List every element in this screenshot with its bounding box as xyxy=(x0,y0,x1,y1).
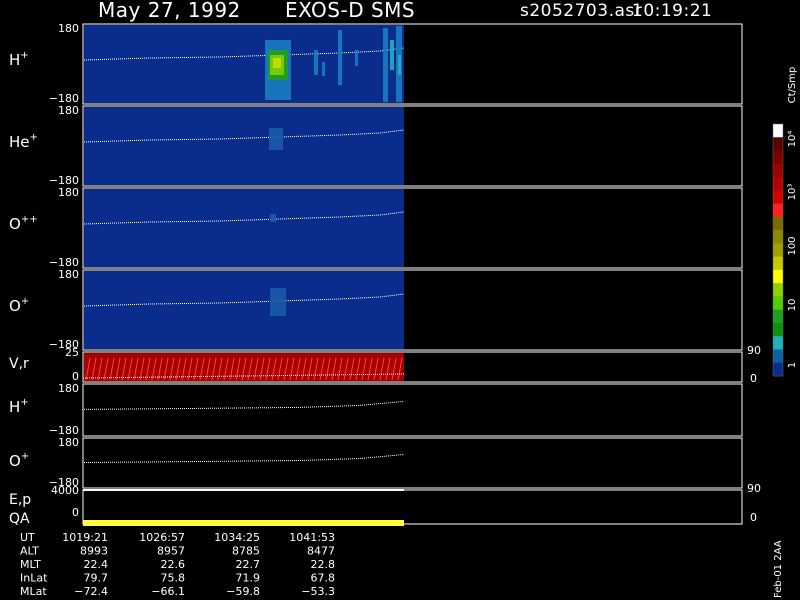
line-panel-frame xyxy=(82,437,743,489)
footer-value: 67.8 xyxy=(311,572,336,585)
panel-label: O+ xyxy=(9,296,29,315)
count-patch xyxy=(269,128,283,150)
vr-label: V,r xyxy=(9,356,29,372)
footer-value: 1034:25 xyxy=(214,531,260,544)
footer-stamp: Feb-01 2AA xyxy=(773,540,784,598)
colorbar-segment xyxy=(773,124,783,138)
vr-r-min: 0 xyxy=(750,372,757,385)
footer-value: 8477 xyxy=(307,545,335,558)
colorbar-segment xyxy=(773,150,783,165)
line-panel-frame xyxy=(82,383,743,437)
panel-background xyxy=(84,189,404,267)
y-tick-max: 180 xyxy=(58,186,79,199)
footer-value: −66.1 xyxy=(151,585,185,598)
count-patch xyxy=(314,50,318,75)
ep-panel-frame xyxy=(82,489,743,525)
ep-y-min: 0 xyxy=(72,506,79,519)
ep-r-min: 0 xyxy=(750,511,757,524)
colorbar-unit: Ct/Smp xyxy=(787,67,798,104)
header-date: May 27, 1992 xyxy=(98,0,241,22)
footer-value: 1041:53 xyxy=(289,531,335,544)
colorbar-segment xyxy=(773,322,783,337)
y-tick-max: 180 xyxy=(58,268,79,281)
count-patch xyxy=(322,62,325,76)
footer-value: 22.8 xyxy=(311,558,336,571)
footer-value: 8785 xyxy=(232,545,260,558)
panel-background xyxy=(84,107,404,185)
panel-label: O++ xyxy=(9,214,38,233)
colorbar-segment xyxy=(773,309,783,324)
footer-value: −72.4 xyxy=(74,585,108,598)
footer-value: 22.7 xyxy=(236,558,261,571)
y-tick-max: 180 xyxy=(58,382,79,395)
panel-background xyxy=(84,271,404,349)
footer-row-label: MLat xyxy=(20,585,47,598)
footer-value: 8993 xyxy=(80,545,108,558)
count-patch xyxy=(338,30,342,85)
colorbar-segment xyxy=(773,269,783,284)
panel-label: H+ xyxy=(9,50,29,69)
colorbar-tick-label: 10³ xyxy=(787,184,798,201)
footer-row-label: InLat xyxy=(20,572,48,585)
header-file: s2052703.asr xyxy=(520,1,643,21)
y-tick-max: 180 xyxy=(58,104,79,117)
colorbar-segment xyxy=(773,190,783,205)
colorbar-segment xyxy=(773,243,783,258)
line-panel-label: O+ xyxy=(9,451,29,470)
y-tick-max: 180 xyxy=(58,22,79,35)
colorbar-segment xyxy=(773,163,783,178)
footer-value: 75.8 xyxy=(161,572,186,585)
count-patch xyxy=(355,50,358,66)
count-patch xyxy=(390,40,394,70)
colorbar-segment xyxy=(773,362,783,377)
colorbar-segment xyxy=(773,216,783,231)
footer-value: 1019:21 xyxy=(62,531,108,544)
colorbar-segment xyxy=(773,137,783,152)
qa-bar xyxy=(83,520,404,526)
footer-row-label: UT xyxy=(20,531,35,544)
footer-value: 22.4 xyxy=(84,558,109,571)
footer-value: −53.3 xyxy=(301,585,335,598)
footer-row-label: MLT xyxy=(20,558,41,571)
footer-value: 8957 xyxy=(157,545,185,558)
panel-label: He+ xyxy=(9,132,38,151)
header-instrument: EXOS-D SMS xyxy=(285,0,416,22)
line-panel-label: H+ xyxy=(9,397,29,416)
footer-row-label: ALT xyxy=(20,545,39,558)
header-time: 10:19:21 xyxy=(632,1,713,21)
count-patch xyxy=(398,55,401,75)
colorbar-segment xyxy=(773,336,783,350)
vr-r-max: 90 xyxy=(747,344,761,357)
footer-value: 71.9 xyxy=(236,572,261,585)
ep-label: E,p xyxy=(9,492,31,508)
colorbar-segment xyxy=(773,230,783,244)
count-patch xyxy=(273,58,281,68)
colorbar-segment xyxy=(773,177,783,191)
footer-value: 1026:57 xyxy=(139,531,185,544)
qa-label: QA xyxy=(9,511,30,527)
colorbar-segment xyxy=(773,349,783,364)
colorbar-tick-label: 1 xyxy=(787,362,798,368)
colorbar-segment xyxy=(773,256,783,271)
colorbar-segment xyxy=(773,283,783,297)
footer-value: 79.7 xyxy=(84,572,109,585)
sms-plot: 180−180H+180−180He+180−180O++180−180O+25… xyxy=(9,22,798,598)
count-patch xyxy=(270,288,286,316)
colorbar-tick-label: 10 xyxy=(787,299,798,312)
colorbar-tick-label: 100 xyxy=(787,236,798,255)
count-patch xyxy=(270,214,276,222)
colorbar-segment xyxy=(773,203,783,218)
y-tick-max: 180 xyxy=(58,436,79,449)
vr-y-max: 25 xyxy=(65,346,79,359)
colorbar-segment xyxy=(773,296,783,311)
ep-r-max: 90 xyxy=(747,482,761,495)
ep-y-max: 4000 xyxy=(51,484,79,497)
footer-value: 22.6 xyxy=(161,558,186,571)
count-patch xyxy=(383,28,388,102)
footer-value: −59.8 xyxy=(226,585,260,598)
colorbar-tick-label: 10⁴ xyxy=(787,131,798,148)
